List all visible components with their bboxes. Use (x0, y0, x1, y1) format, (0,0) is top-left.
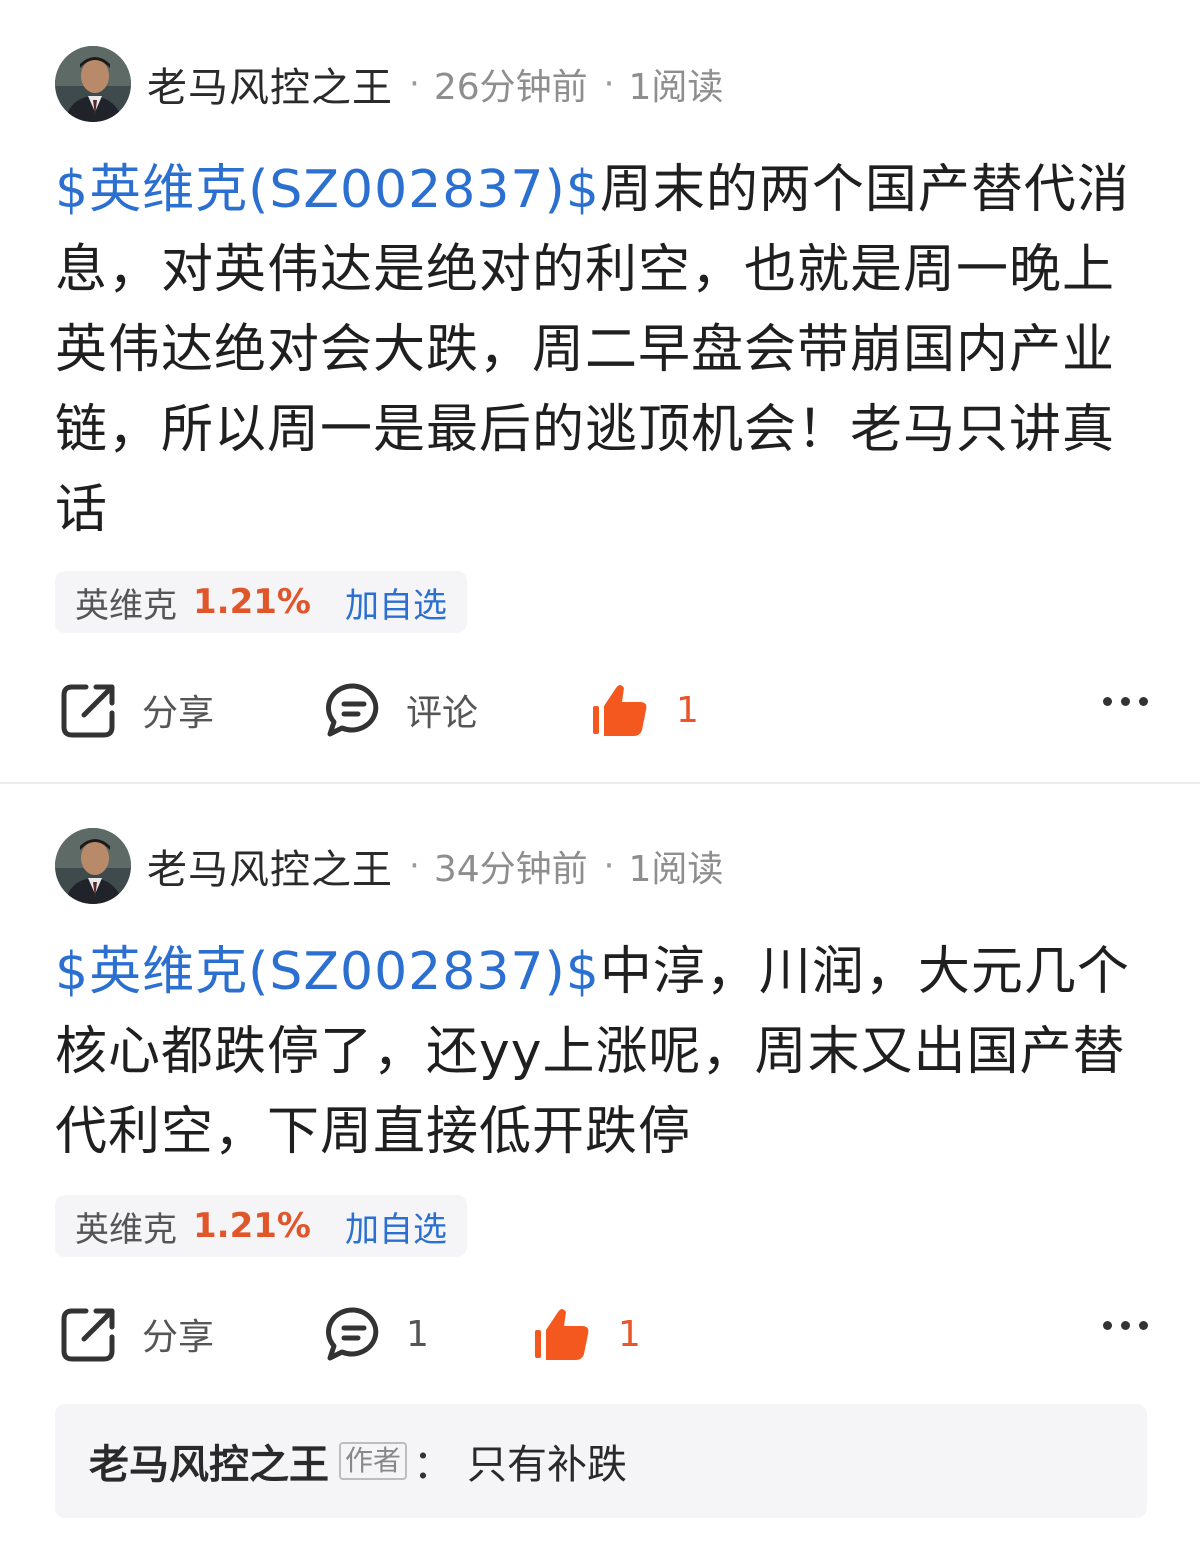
more-dots-icon[interactable] (1103, 697, 1148, 706)
post-card: 老马风控之王 · 34分钟前 · 1阅读 $英维克(SZ002837)$中淳，川… (0, 782, 1200, 1555)
stock-change: 1.21% (193, 1206, 311, 1246)
comment-count: 1 (406, 1313, 429, 1355)
post-content: $英维克(SZ002837)$周末的两个国产替代消息，对英伟达是绝对的利空，也就… (55, 150, 1155, 550)
comment-bubble-icon (325, 683, 379, 737)
author-name[interactable]: 老马风控之王 (147, 55, 393, 113)
like-button[interactable]: 1 (590, 675, 699, 745)
comment-button[interactable]: 评论 (324, 675, 478, 745)
stock-change: 1.21% (193, 582, 311, 622)
read-count: 1阅读 (628, 67, 724, 108)
stock-link[interactable]: $英维克(SZ002837)$ (55, 942, 600, 1002)
share-button[interactable]: 分享 (58, 1299, 214, 1369)
separator-dot: · (409, 846, 420, 886)
post-time: 34分钟前 (433, 849, 588, 890)
reply-colon: ： (413, 1442, 454, 1488)
share-label: 分享 (142, 1317, 215, 1358)
like-button[interactable]: 1 (532, 1299, 641, 1369)
post-time: 26分钟前 (433, 67, 588, 108)
like-count: 1 (618, 1313, 641, 1355)
avatar[interactable] (55, 46, 131, 122)
stock-chip[interactable]: 英维克 1.21% 加自选 (55, 1195, 467, 1257)
stock-chip[interactable]: 英维克 1.21% 加自选 (55, 571, 467, 633)
action-bar: 分享 评论 1 (0, 675, 1200, 745)
comment-button[interactable]: 1 (324, 1299, 429, 1369)
thumbs-up-icon (593, 685, 647, 736)
share-icon (61, 1308, 115, 1362)
post-card: 老马风控之王 · 26分钟前 · 1阅读 $英维克(SZ002837)$周末的两… (0, 0, 1200, 782)
avatar[interactable] (55, 828, 131, 904)
share-label: 分享 (142, 693, 215, 734)
add-watchlist-button[interactable]: 加自选 (345, 1202, 447, 1251)
action-bar: 分享 1 1 (0, 1299, 1200, 1369)
reply-text: 只有补跌 (467, 1442, 628, 1488)
post-header: 老马风控之王 · 26分钟前 · 1阅读 (55, 46, 723, 122)
stock-link[interactable]: $英维克(SZ002837)$ (55, 160, 600, 220)
author-tag: 作者 (339, 1442, 408, 1480)
thumbs-up-icon (535, 1309, 589, 1360)
stock-name: 英维克 (75, 585, 177, 626)
read-count: 1阅读 (628, 849, 724, 890)
comment-bubble-icon (325, 1307, 379, 1361)
separator-dot: · (409, 64, 420, 104)
like-count: 1 (676, 689, 699, 731)
separator-dot: · (603, 64, 615, 104)
separator-dot: · (603, 846, 615, 886)
add-watchlist-button[interactable]: 加自选 (345, 578, 447, 627)
reply-author[interactable]: 老马风控之王 (89, 1432, 329, 1490)
share-icon (61, 684, 115, 738)
reply-preview[interactable]: 老马风控之王 作者 ： 只有补跌 (55, 1404, 1147, 1518)
comment-label: 评论 (406, 693, 479, 734)
post-content: $英维克(SZ002837)$中淳，川润，大元几个核心都跌停了，还yy上涨呢，周… (55, 932, 1155, 1172)
more-dots-icon[interactable] (1103, 1321, 1148, 1330)
author-name[interactable]: 老马风控之王 (147, 837, 393, 895)
share-button[interactable]: 分享 (58, 675, 214, 745)
stock-name: 英维克 (75, 1209, 177, 1250)
post-header: 老马风控之王 · 34分钟前 · 1阅读 (55, 828, 723, 904)
